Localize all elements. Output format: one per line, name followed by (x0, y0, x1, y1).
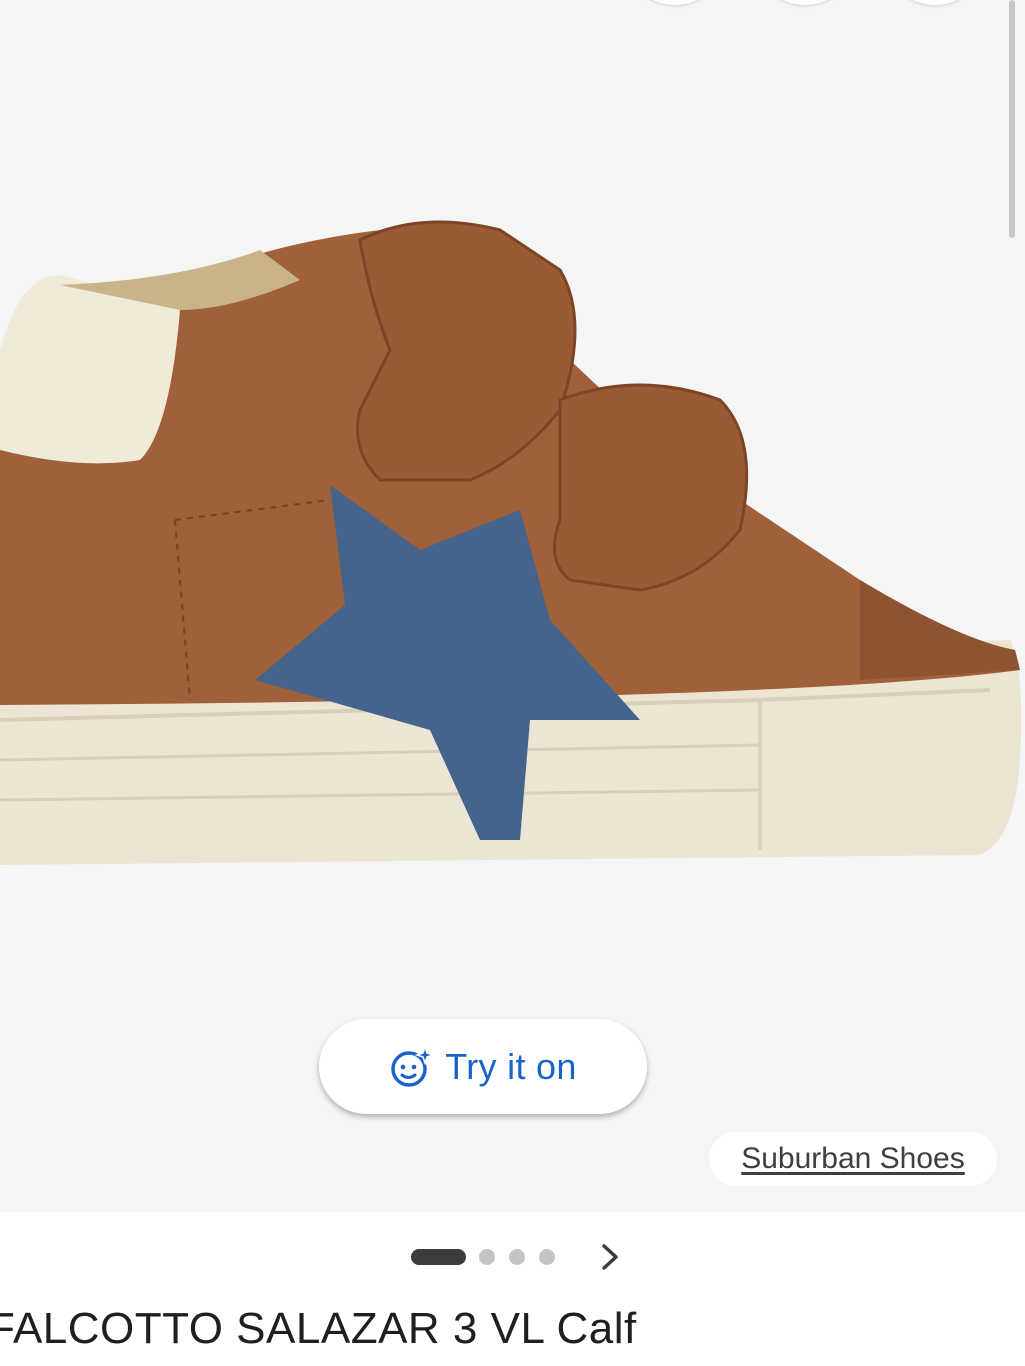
image-pager (411, 1248, 569, 1266)
image-viewer[interactable]: Try it on Suburban Shoes (0, 0, 1025, 1212)
top-action-button[interactable] (770, 0, 840, 5)
product-image (0, 220, 1022, 865)
source-chip[interactable]: Suburban Shoes (709, 1132, 997, 1186)
top-action-button[interactable] (640, 0, 710, 5)
try-it-on-label: Try it on (445, 1045, 577, 1087)
pager-dot[interactable] (509, 1249, 525, 1265)
source-link[interactable]: Suburban Shoes (741, 1142, 965, 1176)
pager-dot[interactable] (479, 1249, 495, 1265)
chevron-right-icon[interactable] (596, 1240, 624, 1274)
try-it-on-button[interactable]: Try it on (319, 1019, 647, 1114)
top-action-button[interactable] (900, 0, 970, 5)
sparkle-face-icon (391, 1044, 434, 1087)
pager-dot-active[interactable] (411, 1249, 466, 1265)
product-title: FALCOTTO SALAZAR 3 VL Calf (0, 1304, 637, 1353)
pager-dot[interactable] (539, 1249, 555, 1265)
